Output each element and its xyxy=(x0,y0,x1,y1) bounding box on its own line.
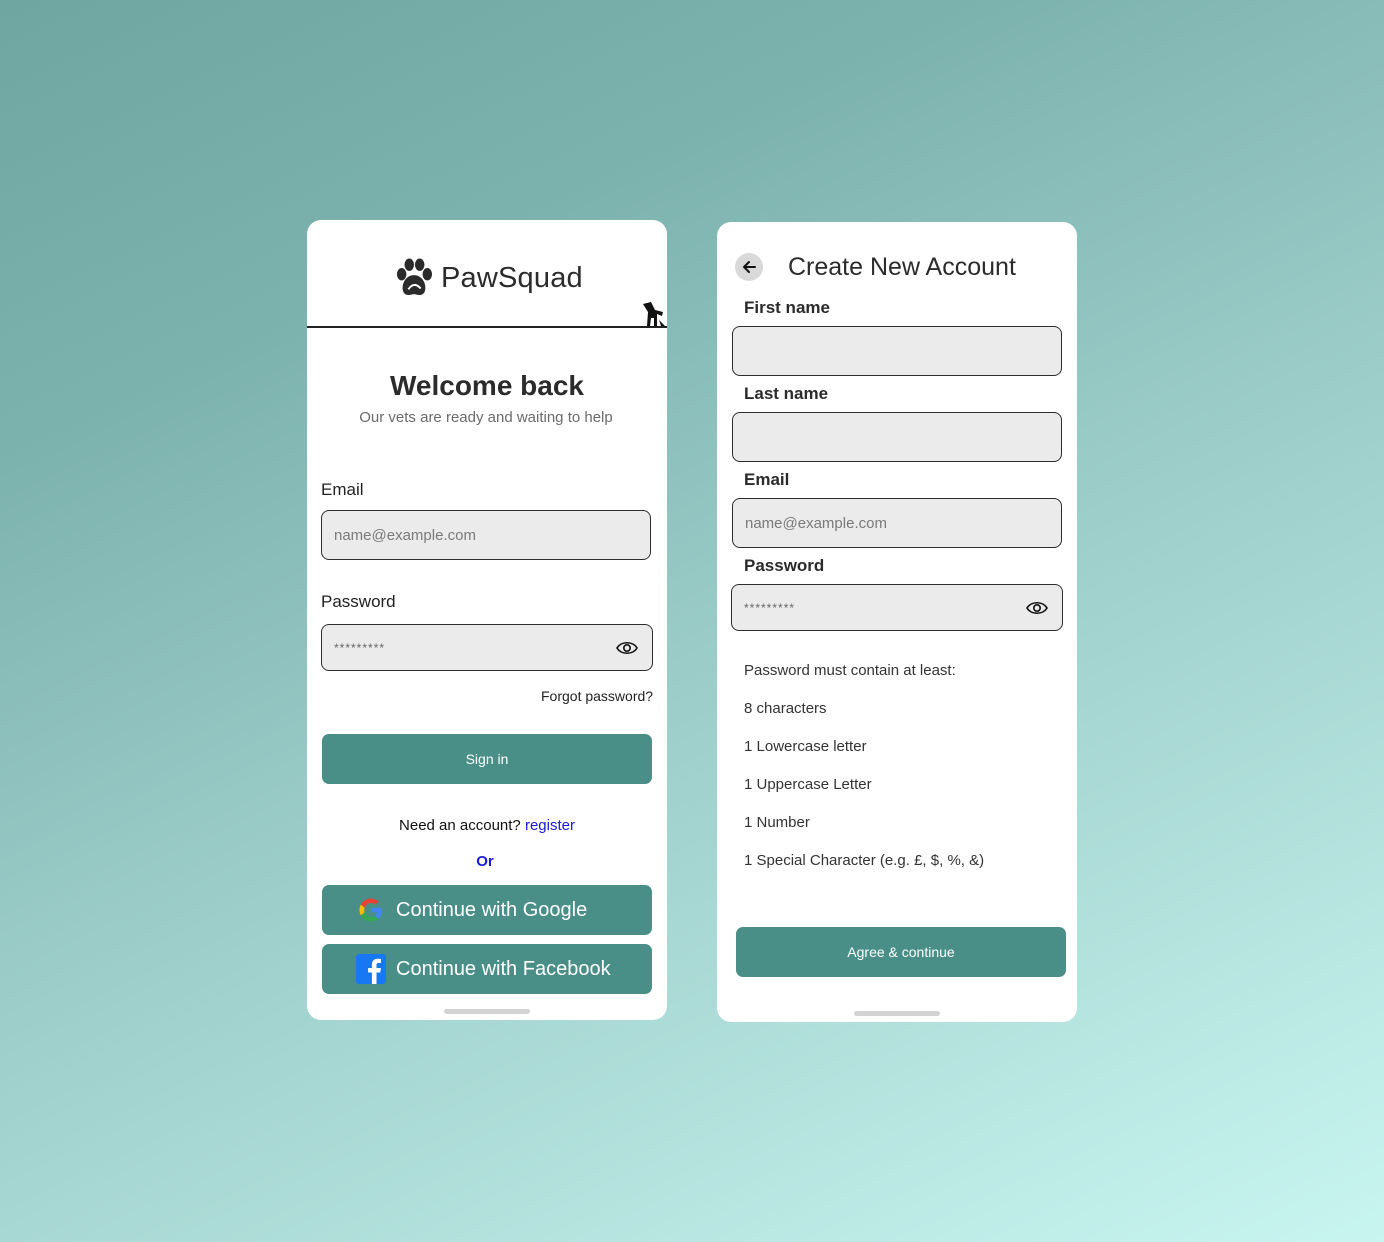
home-indicator xyxy=(854,1011,940,1016)
eye-icon[interactable] xyxy=(1026,600,1048,616)
or-separator: Or xyxy=(476,853,494,870)
page-title: Welcome back xyxy=(389,370,585,401)
password-input[interactable]: ********* xyxy=(731,584,1063,631)
password-input[interactable]: ********* xyxy=(321,624,653,671)
brand-name: PawSquad xyxy=(441,261,583,294)
continue-with-google-button[interactable]: Continue with Google xyxy=(322,885,652,935)
requirement-item: 1 Special Character (e.g. £, $, %, &) xyxy=(744,852,985,869)
requirement-item: 1 Uppercase Letter xyxy=(744,776,872,793)
back-button[interactable] xyxy=(735,253,763,281)
google-icon xyxy=(359,898,382,922)
agree-continue-button[interactable]: Agree & continue xyxy=(736,927,1066,977)
requirement-item: 1 Lowercase letter xyxy=(744,738,867,755)
sign-in-button[interactable]: Sign in xyxy=(322,734,652,784)
google-label: Continue with Google xyxy=(396,898,588,921)
password-requirements-heading: Password must contain at least: xyxy=(744,662,956,679)
header-divider xyxy=(307,326,667,328)
password-placeholder: ********* xyxy=(334,640,386,655)
facebook-icon xyxy=(356,954,386,984)
back-arrow-icon xyxy=(743,261,756,273)
page-subtitle: Our vets are ready and waiting to help xyxy=(359,409,613,426)
email-label: Email xyxy=(321,480,364,499)
requirement-item: 8 characters xyxy=(744,700,827,717)
paw-logo-icon xyxy=(396,258,433,295)
forgot-password-link[interactable]: Forgot password? xyxy=(541,688,653,704)
password-label: Password xyxy=(744,556,825,575)
requirement-item: 1 Number xyxy=(744,814,810,831)
home-indicator xyxy=(444,1009,530,1014)
eye-icon[interactable] xyxy=(616,640,638,656)
last-name-input[interactable] xyxy=(732,412,1062,462)
page-title: Create New Account xyxy=(788,253,1016,281)
need-account-label: Need an account? xyxy=(399,817,521,834)
first-name-input[interactable] xyxy=(732,326,1062,376)
need-account-text: Need an account? register xyxy=(307,817,667,834)
email-label: Email xyxy=(744,470,790,489)
dog-cat-icon xyxy=(643,302,665,326)
register-card: Create New Account First name Last name … xyxy=(717,222,1077,1022)
password-placeholder: ********* xyxy=(744,600,796,615)
email-input[interactable] xyxy=(321,510,651,560)
continue-with-facebook-button[interactable]: Continue with Facebook xyxy=(322,944,652,994)
facebook-label: Continue with Facebook xyxy=(396,957,611,980)
password-label: Password xyxy=(321,592,396,611)
register-link[interactable]: register xyxy=(525,817,575,834)
first-name-label: First name xyxy=(744,298,830,317)
login-card: PawSquad Welcome back Our vets are ready… xyxy=(307,220,667,1020)
brand-logo: PawSquad xyxy=(395,258,583,298)
last-name-label: Last name xyxy=(744,384,829,403)
email-input[interactable] xyxy=(732,498,1062,548)
